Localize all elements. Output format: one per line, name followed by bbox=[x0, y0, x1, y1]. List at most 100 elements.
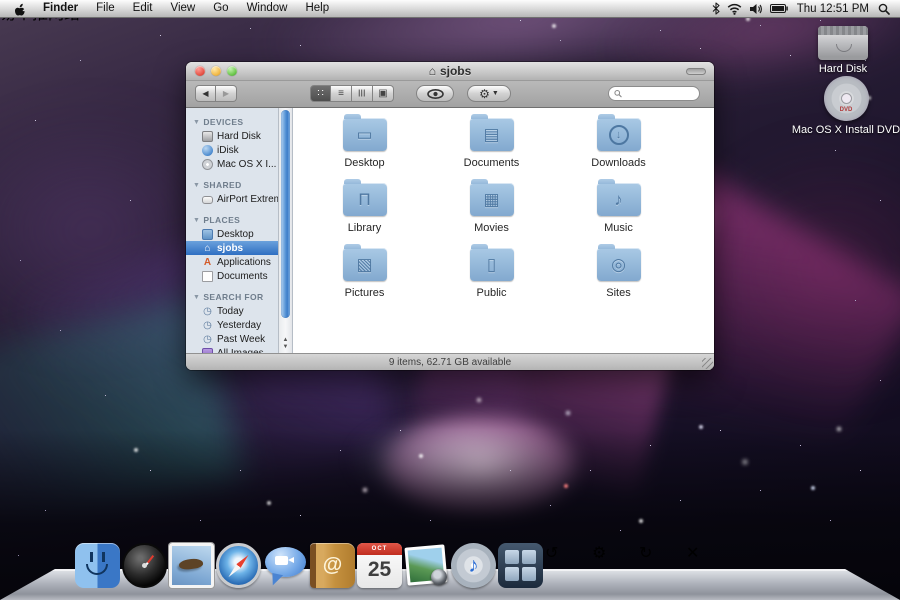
trash-icon[interactable] bbox=[780, 543, 825, 588]
document-icon bbox=[202, 271, 213, 282]
minimize-button[interactable] bbox=[211, 66, 221, 76]
folder-icon: ▦ bbox=[470, 183, 514, 216]
dashboard-icon[interactable] bbox=[122, 543, 167, 588]
battery-icon[interactable] bbox=[770, 4, 788, 13]
iphoto-icon[interactable] bbox=[404, 543, 449, 588]
close-button[interactable] bbox=[195, 66, 205, 76]
music-note-icon: ♪ bbox=[468, 554, 479, 578]
menu-bar: Finder File Edit View Go Window Help bbox=[0, 0, 900, 18]
menu-item-go[interactable]: Go bbox=[204, 0, 237, 17]
sidebar-item-applications[interactable]: A Applications bbox=[186, 255, 278, 269]
sidebar-section-devices[interactable]: ▼ DEVICES bbox=[186, 114, 278, 129]
address-book-icon[interactable]: @ bbox=[310, 543, 355, 588]
zoom-button[interactable] bbox=[227, 66, 237, 76]
back-button[interactable]: ◀ bbox=[195, 85, 216, 102]
sidebar-item-install-dvd[interactable]: Mac OS X I... ⏏ bbox=[186, 157, 278, 171]
folder-sites[interactable]: ◎ Sites bbox=[564, 248, 674, 313]
system-preferences-icon[interactable]: ⚙ bbox=[592, 543, 637, 588]
folder-music[interactable]: ♪ Music bbox=[564, 183, 674, 248]
folder-label: Music bbox=[564, 222, 674, 234]
column-view-button[interactable]: ||| bbox=[352, 85, 373, 102]
wifi-icon[interactable] bbox=[727, 3, 742, 15]
search-field[interactable] bbox=[608, 86, 700, 101]
window-titlebar[interactable]: ⌂ sjobs bbox=[186, 62, 714, 81]
folder-movies[interactable]: ▦ Movies bbox=[437, 183, 547, 248]
documents-stack-icon[interactable]: ✕ bbox=[686, 543, 731, 588]
folder-label: Documents bbox=[437, 157, 547, 169]
folder-desktop[interactable]: ▭ Desktop bbox=[310, 118, 420, 183]
spaces-icon[interactable] bbox=[498, 543, 543, 588]
library-glyph-icon: Π bbox=[343, 191, 387, 208]
sync-icon[interactable]: ↻ bbox=[639, 543, 684, 588]
time-machine-icon[interactable]: ↺ bbox=[545, 543, 590, 588]
search-input[interactable] bbox=[625, 88, 694, 99]
sidebar-item-sjobs[interactable]: ⌂ sjobs bbox=[186, 241, 278, 255]
menu-item-edit[interactable]: Edit bbox=[124, 0, 162, 17]
aurora-core bbox=[380, 410, 580, 520]
airport-icon bbox=[202, 196, 213, 204]
menu-item-file[interactable]: File bbox=[87, 0, 124, 17]
folder-library[interactable]: Π Library bbox=[310, 183, 420, 248]
itunes-icon[interactable]: ♪ bbox=[451, 543, 496, 588]
sidebar-section-shared[interactable]: ▼ SHARED bbox=[186, 177, 278, 192]
disclosure-triangle-icon[interactable]: ▼ bbox=[193, 294, 200, 301]
movies-glyph-icon: ▦ bbox=[470, 191, 514, 208]
mail-icon[interactable] bbox=[169, 543, 214, 588]
scrollbar-thumb[interactable] bbox=[281, 110, 290, 318]
folder-label: Movies bbox=[437, 222, 547, 234]
desktop: Finder File Edit View Go Window Help bbox=[0, 0, 900, 600]
apple-menu[interactable] bbox=[10, 2, 34, 16]
menu-item-help[interactable]: Help bbox=[296, 0, 338, 17]
finder-icon[interactable] bbox=[75, 543, 120, 588]
disclosure-triangle-icon[interactable]: ▼ bbox=[193, 182, 200, 189]
window-title-group: ⌂ sjobs bbox=[429, 64, 472, 78]
hard-disk-icon bbox=[818, 26, 868, 60]
folder-public[interactable]: ▯ Public bbox=[437, 248, 547, 313]
sidebar-section-search-for[interactable]: ▼ SEARCH FOR bbox=[186, 289, 278, 304]
folder-documents[interactable]: ▤ Documents bbox=[437, 118, 547, 183]
sidebar-item-airport-extreme[interactable]: AirPort Extreme bbox=[186, 192, 278, 206]
icon-view-button[interactable]: ∷ bbox=[310, 85, 331, 102]
dock: @ OCT 25 ♪ ↺ ⚙ ↻ ✕ bbox=[0, 536, 900, 600]
disclosure-triangle-icon[interactable]: ▼ bbox=[193, 119, 200, 126]
volume-icon[interactable] bbox=[749, 3, 763, 15]
sidebar-item-past-week[interactable]: ◷ Past Week bbox=[186, 332, 278, 346]
ical-icon[interactable]: OCT 25 bbox=[357, 543, 402, 588]
view-mode-control: ∷ ≡ ||| ▣ bbox=[310, 85, 394, 102]
quick-look-button[interactable] bbox=[416, 85, 454, 102]
desktop-icon-hard-disk[interactable]: Hard Disk bbox=[793, 26, 893, 75]
ichat-icon[interactable] bbox=[263, 543, 308, 588]
menu-clock[interactable]: Thu 12:51 PM bbox=[795, 3, 871, 15]
menu-item-finder[interactable]: Finder bbox=[34, 0, 87, 17]
menu-item-window[interactable]: Window bbox=[238, 0, 297, 17]
safari-icon[interactable] bbox=[216, 543, 261, 588]
sidebar-item-desktop[interactable]: Desktop bbox=[186, 227, 278, 241]
desktop-icon-install-dvd[interactable]: DVD Mac OS X Install DVD bbox=[790, 76, 900, 136]
forward-button[interactable]: ▶ bbox=[216, 85, 237, 102]
sidebar-item-all-images[interactable]: All Images bbox=[186, 346, 278, 353]
sidebar-section-places[interactable]: ▼ PLACES bbox=[186, 212, 278, 227]
sidebar-item-documents[interactable]: Documents bbox=[186, 269, 278, 283]
spotlight-icon[interactable] bbox=[878, 3, 890, 15]
bluetooth-icon[interactable] bbox=[712, 2, 720, 15]
drive-icon bbox=[202, 131, 213, 142]
disclosure-triangle-icon[interactable]: ▼ bbox=[193, 217, 200, 224]
menu-item-view[interactable]: View bbox=[162, 0, 205, 17]
sidebar-item-label: Yesterday bbox=[217, 320, 261, 331]
downloads-stack-icon[interactable] bbox=[733, 543, 778, 588]
action-menu-button[interactable]: ⚙▼ bbox=[467, 85, 511, 102]
toolbar-toggle-button[interactable] bbox=[686, 68, 706, 75]
folder-downloads[interactable]: ↓ Downloads bbox=[564, 118, 674, 183]
sidebar-scrollbar[interactable]: ▲▼ bbox=[279, 108, 293, 353]
disc-icon bbox=[202, 159, 213, 170]
folder-pictures[interactable]: ▧ Pictures bbox=[310, 248, 420, 313]
coverflow-view-button[interactable]: ▣ bbox=[373, 85, 394, 102]
sidebar-item-idisk[interactable]: iDisk bbox=[186, 143, 278, 157]
sidebar-item-today[interactable]: ◷ Today bbox=[186, 304, 278, 318]
sidebar-item-yesterday[interactable]: ◷ Yesterday bbox=[186, 318, 278, 332]
scrollbar-arrows[interactable]: ▲▼ bbox=[279, 337, 292, 351]
sidebar-item-hard-disk[interactable]: Hard Disk bbox=[186, 129, 278, 143]
window-controls bbox=[195, 66, 237, 76]
resize-grip[interactable] bbox=[702, 358, 713, 369]
list-view-button[interactable]: ≡ bbox=[331, 85, 352, 102]
